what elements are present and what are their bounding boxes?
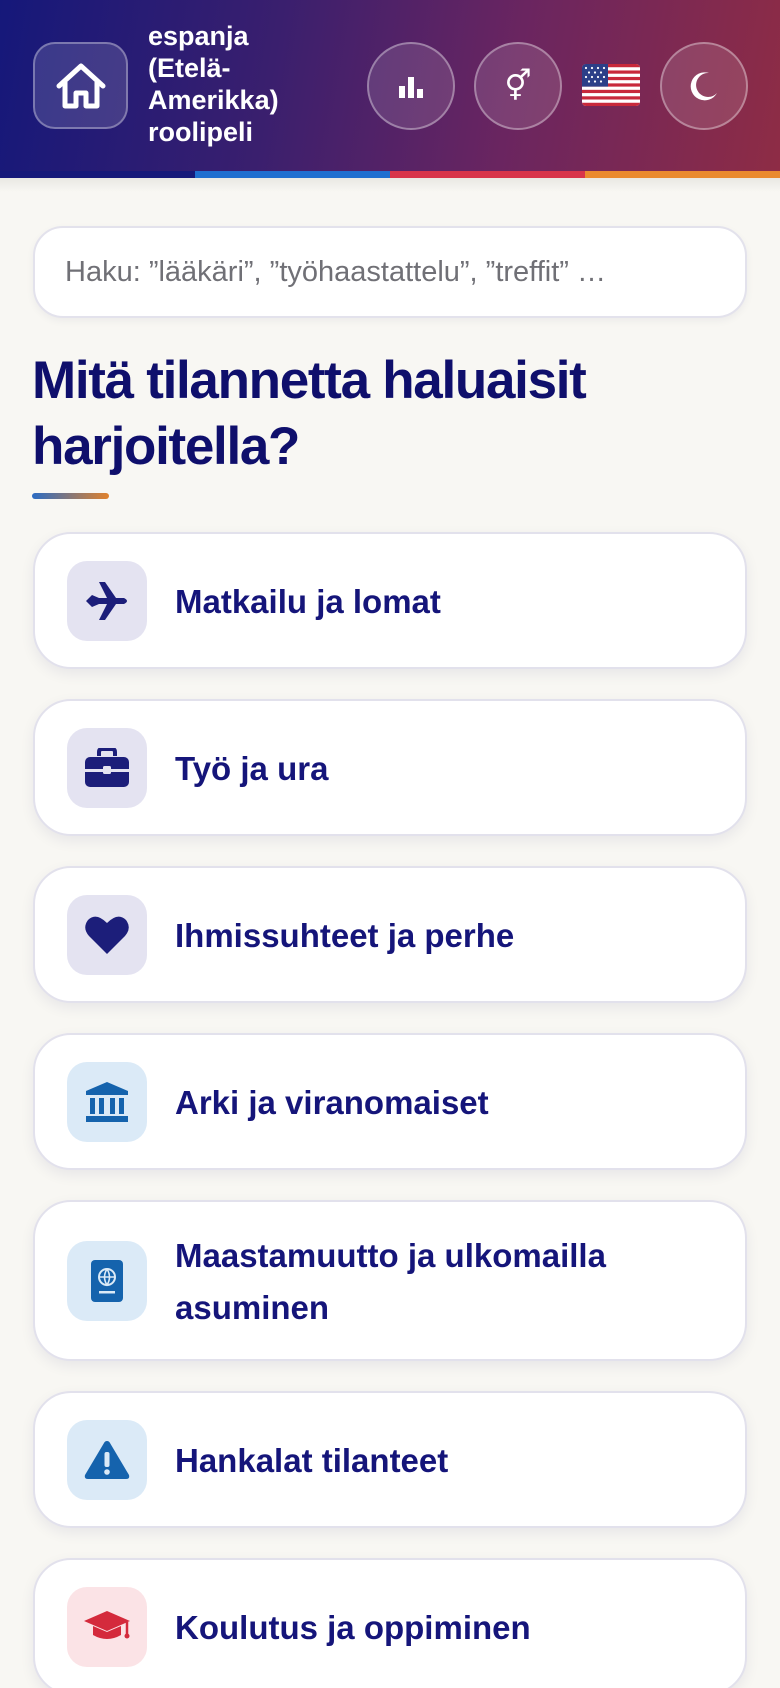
category-card-authorities[interactable]: Arki ja viranomaiset bbox=[33, 1033, 747, 1170]
category-card-education[interactable]: Koulutus ja oppiminen bbox=[33, 1558, 747, 1688]
category-label: Työ ja ura bbox=[175, 750, 329, 787]
category-icon-box bbox=[67, 1420, 147, 1500]
page-heading: Mitä tilannetta haluaisit harjoitella? bbox=[32, 351, 587, 476]
heading-underline bbox=[32, 493, 109, 499]
header-shadow bbox=[0, 178, 780, 192]
category-card-travel[interactable]: Matkailu ja lomat bbox=[33, 532, 747, 669]
category-label: Koulutus ja oppiminen bbox=[175, 1609, 531, 1646]
app-header: espanja (Etelä-Amerikka) roolipeli ⚥ bbox=[0, 0, 780, 178]
category-label: Hankalat tilanteet bbox=[175, 1442, 449, 1479]
category-icon-box bbox=[67, 728, 147, 808]
theme-toggle-button[interactable] bbox=[660, 42, 748, 130]
home-icon bbox=[56, 63, 105, 108]
category-card-work[interactable]: Työ ja ura bbox=[33, 699, 747, 836]
stats-button[interactable] bbox=[367, 42, 455, 130]
category-card-immigration[interactable]: Maastamuutto ja ulkomailla asuminen bbox=[33, 1200, 747, 1361]
moon-icon bbox=[690, 72, 717, 101]
passport-icon bbox=[91, 1260, 123, 1302]
category-label: Ihmissuhteet ja perhe bbox=[175, 917, 515, 954]
app-title: espanja (Etelä-Amerikka) roolipeli bbox=[148, 21, 279, 147]
language-flag-button[interactable] bbox=[582, 64, 640, 106]
search-box[interactable] bbox=[33, 226, 747, 318]
gender-icon: ⚥ bbox=[504, 69, 532, 103]
us-flag-icon bbox=[582, 64, 640, 106]
gender-button[interactable]: ⚥ bbox=[474, 42, 562, 130]
graduation-cap-icon bbox=[84, 1611, 130, 1639]
category-icon-box bbox=[67, 1587, 147, 1667]
briefcase-icon bbox=[85, 748, 129, 787]
category-icon-box bbox=[67, 1062, 147, 1142]
bar-chart-icon bbox=[399, 77, 423, 98]
warning-icon bbox=[84, 1441, 130, 1479]
heart-icon bbox=[85, 916, 129, 954]
airplane-icon bbox=[86, 582, 127, 620]
category-label: Maastamuutto ja ulkomailla asuminen bbox=[175, 1237, 606, 1326]
category-label: Matkailu ja lomat bbox=[175, 583, 441, 620]
category-icon-box bbox=[67, 895, 147, 975]
category-label: Arki ja viranomaiset bbox=[175, 1084, 489, 1121]
home-button[interactable] bbox=[33, 42, 128, 129]
category-card-difficult-situations[interactable]: Hankalat tilanteet bbox=[33, 1391, 747, 1528]
category-icon-box bbox=[67, 561, 147, 641]
header-color-stripe bbox=[0, 171, 780, 178]
category-card-relationships[interactable]: Ihmissuhteet ja perhe bbox=[33, 866, 747, 1003]
bank-icon bbox=[86, 1082, 128, 1122]
category-icon-box bbox=[67, 1241, 147, 1321]
search-input[interactable] bbox=[35, 228, 745, 316]
